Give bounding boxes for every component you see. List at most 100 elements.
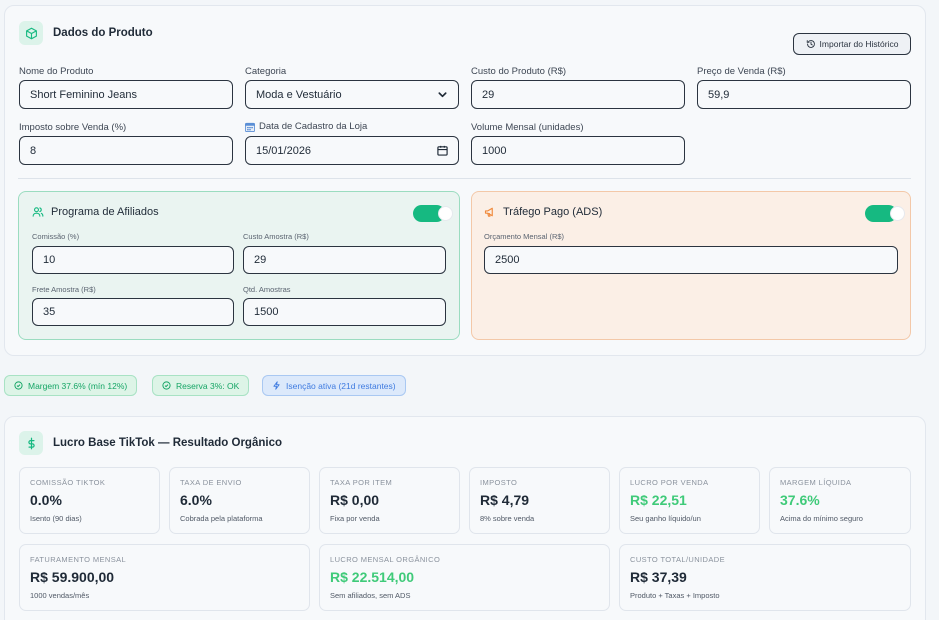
affiliates-toggle-knob bbox=[438, 206, 453, 221]
users-icon bbox=[32, 207, 44, 217]
metric-value: R$ 22.514,00 bbox=[330, 569, 415, 585]
product-name-input[interactable]: Short Feminino Jeans bbox=[19, 80, 233, 109]
commission-input[interactable]: 10 bbox=[32, 246, 234, 274]
shield-check-icon bbox=[14, 381, 23, 390]
reserve-badge: Reserva 3%: OK bbox=[152, 375, 250, 396]
commission-label: Comissão (%) bbox=[32, 232, 80, 241]
sample-cost-input[interactable]: 29 bbox=[243, 246, 446, 274]
lightning-icon bbox=[273, 381, 280, 390]
chevron-down-icon bbox=[438, 92, 447, 98]
sample-cost-label: Custo Amostra (R$) bbox=[243, 232, 309, 241]
metric-net-margin: Margem Líquida 37.6% Acima do mínimo seg… bbox=[769, 467, 911, 534]
product-card-header: Dados do Produto bbox=[19, 21, 153, 45]
sample-qty-label: Qtd. Amostras bbox=[243, 285, 291, 294]
calendar-picker-icon[interactable] bbox=[437, 145, 448, 156]
metric-value: R$ 59.900,00 bbox=[30, 569, 115, 585]
metric-value: R$ 22,51 bbox=[630, 492, 687, 508]
margin-badge-text: Margem 37.6% (mín 12%) bbox=[28, 380, 128, 391]
metric-label: Imposto bbox=[480, 478, 518, 487]
ads-title: Tráfego Pago (ADS) bbox=[503, 206, 603, 218]
metric-value: R$ 4,79 bbox=[480, 492, 530, 508]
sample-shipping-label: Frete Amostra (R$) bbox=[32, 285, 96, 294]
metric-monthly-organic-profit: Lucro Mensal Orgânico R$ 22.514,00 Sem a… bbox=[319, 544, 610, 611]
section-divider bbox=[18, 178, 911, 179]
metric-label: Lucro Mensal Orgânico bbox=[330, 555, 441, 564]
import-history-button[interactable]: Importar do Histórico bbox=[793, 33, 911, 55]
sale-price-value: 59,9 bbox=[708, 88, 730, 101]
monthly-volume-input[interactable]: 1000 bbox=[471, 136, 685, 165]
product-name-label: Nome do Produto bbox=[19, 66, 94, 77]
reserve-badge-text: Reserva 3%: OK bbox=[176, 380, 240, 391]
dollar-icon bbox=[19, 431, 43, 455]
register-date-label-wrap: Data de Cadastro da Loja bbox=[245, 121, 367, 132]
sample-shipping-input[interactable]: 35 bbox=[32, 298, 234, 326]
metric-total-unit-cost: Custo Total/Unidade R$ 37,39 Produto + T… bbox=[619, 544, 911, 611]
metric-subtext: Cobrada pela plataforma bbox=[180, 514, 263, 523]
ads-budget-value: 2500 bbox=[495, 254, 520, 266]
sale-price-label: Preço de Venda (R$) bbox=[697, 66, 786, 77]
metric-label: Lucro por Venda bbox=[630, 478, 709, 487]
ads-title-wrap: Tráfego Pago (ADS) bbox=[484, 206, 602, 218]
metric-subtext: 1000 vendas/mês bbox=[30, 591, 90, 600]
metric-value: 0.0% bbox=[30, 492, 62, 508]
category-select[interactable]: Moda e Vestuário bbox=[245, 80, 459, 109]
register-date-input[interactable]: 15/01/2026 bbox=[245, 136, 459, 165]
calendar-icon bbox=[245, 122, 255, 132]
monthly-volume-label: Volume Mensal (unidades) bbox=[471, 122, 584, 133]
affiliates-title: Programa de Afiliados bbox=[51, 206, 159, 218]
metric-label: Taxa de Envio bbox=[180, 478, 242, 487]
shield-check-icon bbox=[162, 381, 171, 390]
register-date-value: 15/01/2026 bbox=[256, 144, 312, 157]
metric-subtext: Fixa por venda bbox=[330, 514, 380, 523]
sample-qty-input[interactable]: 1500 bbox=[243, 298, 446, 326]
exemption-badge: Isenção ativa (21d restantes) bbox=[262, 375, 406, 396]
affiliates-title-wrap: Programa de Afiliados bbox=[32, 206, 159, 218]
metric-label: Custo Total/Unidade bbox=[630, 555, 725, 564]
product-card-title: Dados do Produto bbox=[53, 27, 153, 39]
sales-tax-value: 8 bbox=[30, 144, 37, 157]
sample-qty-value: 1500 bbox=[254, 306, 279, 318]
metric-label: Faturamento Mensal bbox=[30, 555, 127, 564]
affiliates-toggle[interactable] bbox=[413, 205, 453, 222]
exemption-badge-text: Isenção ativa (21d restantes) bbox=[286, 380, 396, 391]
product-cost-value: 29 bbox=[482, 88, 495, 101]
ads-toggle[interactable] bbox=[865, 205, 905, 222]
category-label: Categoria bbox=[245, 66, 287, 77]
product-cost-input[interactable]: 29 bbox=[471, 80, 685, 109]
metric-subtext: 8% sobre venda bbox=[480, 514, 535, 523]
metric-label: Margem Líquida bbox=[780, 478, 852, 487]
metric-value: 37.6% bbox=[780, 492, 820, 508]
metric-value: R$ 0,00 bbox=[330, 492, 380, 508]
commission-value: 10 bbox=[43, 254, 56, 266]
sales-tax-input[interactable]: 8 bbox=[19, 136, 233, 165]
metric-label: Comissão TikTok bbox=[30, 478, 106, 487]
margin-badge: Margem 37.6% (mín 12%) bbox=[4, 375, 138, 396]
register-date-label: Data de Cadastro da Loja bbox=[259, 121, 368, 132]
sale-price-input[interactable]: 59,9 bbox=[697, 80, 911, 109]
ads-budget-input[interactable]: 2500 bbox=[484, 246, 898, 274]
box-icon bbox=[19, 21, 43, 45]
results-card-header: Lucro Base TikTok — Resultado Orgânico bbox=[19, 431, 282, 455]
product-cost-label: Custo do Produto (R$) bbox=[471, 66, 567, 77]
metric-value: 6.0% bbox=[180, 492, 212, 508]
megaphone-icon bbox=[484, 207, 493, 217]
category-value: Moda e Vestuário bbox=[256, 88, 342, 101]
sample-cost-value: 29 bbox=[254, 254, 267, 266]
product-name-value: Short Feminino Jeans bbox=[30, 88, 137, 101]
metric-label: Taxa por Item bbox=[330, 478, 393, 487]
sales-tax-label: Imposto sobre Venda (%) bbox=[19, 122, 127, 133]
metric-subtext: Sem afiliados, sem ADS bbox=[330, 591, 411, 600]
metric-subtext: Seu ganho líquido/un bbox=[630, 514, 701, 523]
metric-item-fee: Taxa por Item R$ 0,00 Fixa por venda bbox=[319, 467, 460, 534]
metric-subtext: Produto + Taxas + Imposto bbox=[630, 591, 720, 600]
metric-subtext: Isento (90 dias) bbox=[30, 514, 82, 523]
metric-tax: Imposto R$ 4,79 8% sobre venda bbox=[469, 467, 610, 534]
metric-monthly-revenue: Faturamento Mensal R$ 59.900,00 1000 ven… bbox=[19, 544, 310, 611]
history-icon bbox=[806, 40, 815, 48]
metric-tiktok-commission: Comissão TikTok 0.0% Isento (90 dias) bbox=[19, 467, 160, 534]
ads-budget-label: Orçamento Mensal (R$) bbox=[484, 232, 565, 241]
metric-subtext: Acima do mínimo seguro bbox=[780, 514, 863, 523]
monthly-volume-value: 1000 bbox=[482, 144, 507, 157]
metric-profit-per-sale: Lucro por Venda R$ 22,51 Seu ganho líqui… bbox=[619, 467, 760, 534]
import-history-label: Importar do Histórico bbox=[819, 39, 899, 49]
